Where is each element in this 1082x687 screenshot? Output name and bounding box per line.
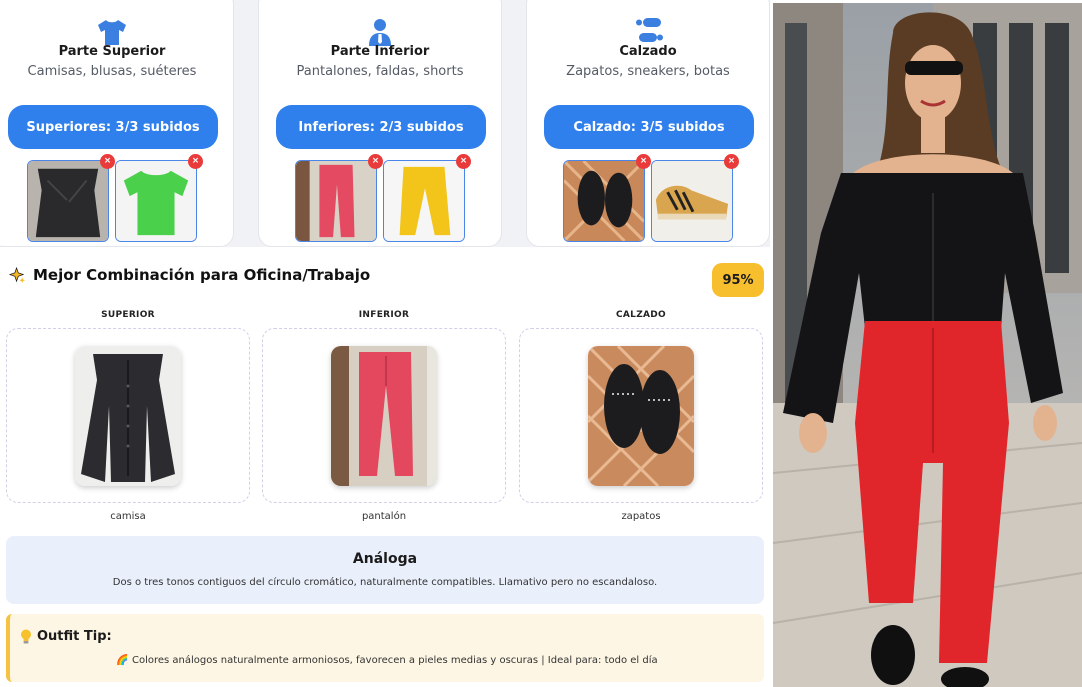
category-title: Parte Inferior xyxy=(330,44,430,59)
selected-top-photo xyxy=(75,346,181,486)
selected-shoes-card[interactable] xyxy=(519,328,763,503)
outfit-tip-title-text: Outfit Tip: xyxy=(37,629,112,644)
upload-tops-button[interactable]: Superiores: 3/3 subidos xyxy=(8,105,218,149)
outfit-app: Parte Superior Camisas, blusas, suéteres… xyxy=(0,0,770,687)
delete-thumbnail-button[interactable]: × xyxy=(368,154,383,169)
best-combination-title-text: Mejor Combinación para Oficina/Trabajo xyxy=(33,266,371,284)
thumbnail-list: × × xyxy=(295,154,471,242)
outfit-model-photo xyxy=(773,3,1082,687)
selected-top-card[interactable] xyxy=(6,328,250,503)
thumbnail-list: × × xyxy=(27,154,203,242)
delete-thumbnail-button[interactable]: × xyxy=(456,154,471,169)
delete-thumbnail-button[interactable]: × xyxy=(188,154,203,169)
black-loafers-photo xyxy=(564,161,644,241)
outfit-tip-text: 🌈 Colores análogos naturalmente armonios… xyxy=(116,655,658,666)
thumbnail-yellow-pants[interactable]: × xyxy=(383,154,471,242)
category-title: Parte Superior xyxy=(58,44,166,59)
upload-bottoms-button[interactable]: Inferiores: 2/3 subidos xyxy=(276,105,486,149)
lightbulb-icon xyxy=(21,629,31,644)
color-harmony-box: Análoga Dos o tres tonos contiguos del c… xyxy=(6,536,764,604)
outfit-tip-box: Outfit Tip: 🌈 Colores análogos naturalme… xyxy=(6,614,764,682)
thumbnail-black-loafers[interactable]: × xyxy=(563,154,651,242)
green-tshirt-photo xyxy=(116,161,196,241)
delete-thumbnail-button[interactable]: × xyxy=(100,154,115,169)
black-blouse-photo xyxy=(28,161,108,241)
selected-bottom-card[interactable] xyxy=(262,328,506,503)
selected-bottom-photo xyxy=(331,346,437,486)
thumbnail-list: × × xyxy=(563,154,739,242)
category-subtitle: Pantalones, faldas, shorts xyxy=(296,64,464,79)
column-header-top: SUPERIOR xyxy=(101,310,155,320)
selected-bottom-label: pantalón xyxy=(361,511,407,522)
column-header-bottom: INFERIOR xyxy=(358,310,410,320)
red-pants-photo xyxy=(296,161,376,241)
column-header-shoes: CALZADO xyxy=(615,310,667,320)
outfit-tip-title: Outfit Tip: xyxy=(20,629,112,644)
category-card-bottom: Parte Inferior Pantalones, faldas, short… xyxy=(258,0,502,247)
thumbnail-black-blouse[interactable]: × xyxy=(27,154,115,242)
category-subtitle: Camisas, blusas, suéteres xyxy=(27,64,197,79)
category-card-top: Parte Superior Camisas, blusas, suéteres… xyxy=(0,0,234,247)
upload-section: Parte Superior Camisas, blusas, suéteres… xyxy=(0,0,770,247)
upload-shoes-button[interactable]: Calzado: 3/5 subidos xyxy=(544,105,754,149)
harmony-title: Análoga xyxy=(352,551,418,567)
selected-shoes-photo xyxy=(588,346,694,486)
yellow-pants-photo xyxy=(384,161,464,241)
category-subtitle: Zapatos, sneakers, botas xyxy=(566,64,730,79)
delete-thumbnail-button[interactable]: × xyxy=(636,154,651,169)
selected-shoes-label: zapatos xyxy=(621,511,661,522)
category-card-shoes: Calzado Zapatos, sneakers, botas Calzado… xyxy=(526,0,770,247)
best-combination-title: Mejor Combinación para Oficina/Trabajo xyxy=(9,266,370,284)
thumbnail-red-pants[interactable]: × xyxy=(295,154,383,242)
thumbnail-tan-sneakers[interactable]: × xyxy=(651,154,739,242)
sparkles-icon xyxy=(9,266,26,283)
tan-sneakers-photo xyxy=(652,161,732,241)
harmony-description: Dos o tres tonos contiguos del círculo c… xyxy=(112,577,658,588)
thumbnail-green-tshirt[interactable]: × xyxy=(115,154,203,242)
delete-thumbnail-button[interactable]: × xyxy=(724,154,739,169)
match-score-badge: 95% xyxy=(712,263,764,297)
category-title: Calzado xyxy=(619,44,677,59)
selected-top-label: camisa xyxy=(110,511,146,522)
